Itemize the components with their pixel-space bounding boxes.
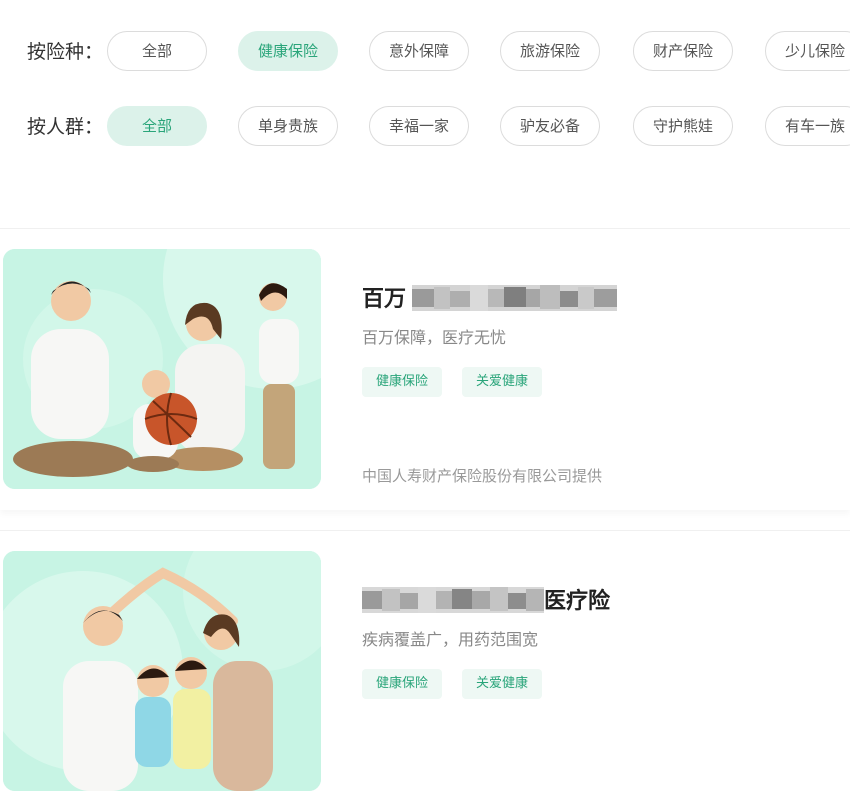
group-chip-kids[interactable]: 守护熊娃 <box>633 106 733 146</box>
category-chip-children[interactable]: 少儿保险 <box>765 31 850 71</box>
product-tag: 健康保险 <box>362 669 442 699</box>
product-tag: 关爱健康 <box>462 367 542 397</box>
product-image-family-roof[interactable] <box>3 551 321 791</box>
section-gap <box>0 188 850 230</box>
group-filter-row: 按人群： 全部 单身贵族 幸福一家 驴友必备 守护熊娃 有车一族 <box>0 105 850 149</box>
product-title[interactable]: 百万 <box>362 281 617 313</box>
product-provider: 中国人寿财产保险股份有限公司提供 <box>362 467 603 485</box>
redacted-title-block <box>362 587 544 619</box>
category-chip-travel[interactable]: 旅游保险 <box>500 31 600 71</box>
category-chip-all[interactable]: 全部 <box>107 31 207 71</box>
category-chip-health[interactable]: 健康保险 <box>238 31 338 71</box>
product-card[interactable]: 百万 百万保障，医疗无忧 健康保险 关爱健康 中国人寿财产保险股份有限公司提供 <box>0 228 850 510</box>
group-chip-single[interactable]: 单身贵族 <box>238 106 338 146</box>
product-image-family-basketball[interactable] <box>3 249 321 489</box>
product-title-text: 百万 <box>362 287 407 312</box>
group-filter-label: 按人群： <box>27 116 104 138</box>
product-subtitle: 百万保障，医疗无忧 <box>362 328 507 347</box>
filter-panel: 按险种： 全部 健康保险 意外保障 旅游保险 财产保险 少儿保险 按人群： 全部… <box>0 0 850 188</box>
product-title-text: 医疗险 <box>544 589 611 614</box>
group-chip-car-owner[interactable]: 有车一族 <box>765 106 850 146</box>
group-chip-family[interactable]: 幸福一家 <box>369 106 469 146</box>
category-chip-accident[interactable]: 意外保障 <box>369 31 469 71</box>
redacted-title-block <box>412 285 617 317</box>
mosaic-blur <box>362 587 544 613</box>
group-chip-all[interactable]: 全部 <box>107 106 207 146</box>
family-photo-illustration <box>3 249 321 489</box>
category-chip-property[interactable]: 财产保险 <box>633 31 733 71</box>
product-subtitle: 疾病覆盖广，用药范围宽 <box>362 630 539 649</box>
mosaic-blur <box>412 285 617 311</box>
product-card[interactable]: 医疗险 疾病覆盖广，用药范围宽 健康保险 关爱健康 <box>0 530 850 791</box>
product-tag: 关爱健康 <box>462 669 542 699</box>
product-tag: 健康保险 <box>362 367 442 397</box>
category-filter-label: 按险种： <box>27 41 104 63</box>
family-photo-illustration <box>3 551 321 791</box>
group-chip-traveler[interactable]: 驴友必备 <box>500 106 600 146</box>
category-filter-row: 按险种： 全部 健康保险 意外保障 旅游保险 财产保险 少儿保险 <box>0 30 850 74</box>
